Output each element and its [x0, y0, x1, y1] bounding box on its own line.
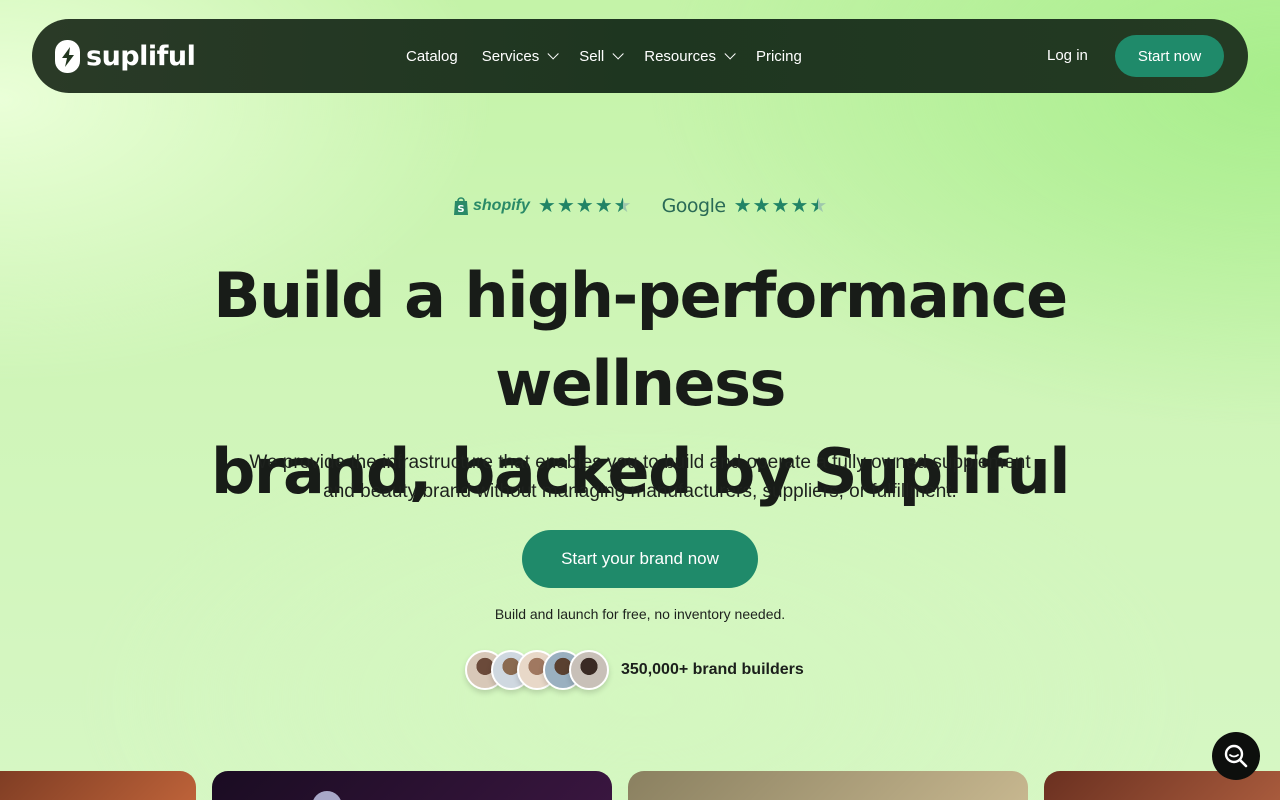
half-star-icon: ★ — [809, 195, 828, 217]
hero-subtext: We provide the infrastructure that enabl… — [200, 448, 1080, 506]
lightning-icon — [55, 40, 80, 73]
chevron-down-icon — [724, 48, 736, 60]
nav-item-services[interactable]: Services — [481, 47, 560, 65]
shopify-rating: S shopify ★ ★ ★ ★ ★ — [452, 196, 632, 216]
nav-item-label: Resources — [644, 47, 716, 65]
shopify-logo: S shopify — [452, 196, 530, 216]
headline-line-1: Build a high-performance wellness — [213, 259, 1068, 420]
star-icon: ★ — [733, 195, 752, 217]
subtext-line-1: We provide the infrastructure that enabl… — [249, 452, 1031, 473]
avatar — [569, 650, 609, 690]
nav-item-label: Sell — [579, 47, 605, 65]
search-chat-button[interactable] — [1212, 732, 1260, 780]
star-icon: ★ — [752, 195, 771, 217]
google-wordmark: Google — [661, 195, 727, 217]
builders-count: 350,000+ brand builders — [621, 661, 804, 678]
star-icon: ★ — [771, 195, 790, 217]
login-link[interactable]: Log in — [1047, 47, 1088, 64]
showcase-card[interactable] — [0, 771, 196, 800]
half-star-icon: ★ — [613, 195, 632, 217]
shopify-bag-icon: S — [454, 197, 468, 215]
star-icon: ★ — [594, 195, 613, 217]
brand-name: supliful — [86, 41, 196, 72]
avatar-stack — [465, 650, 609, 690]
svg-text:S: S — [457, 204, 464, 215]
nav-item-label: Pricing — [755, 47, 802, 65]
brand-logo[interactable]: supliful — [55, 40, 196, 73]
search-icon — [1224, 744, 1248, 768]
star-icon: ★ — [790, 195, 809, 217]
start-now-button[interactable]: Start now — [1115, 35, 1224, 77]
showcase-card[interactable] — [628, 771, 1028, 800]
star-icon: ★ — [556, 195, 575, 217]
free-launch-note: Build and launch for free, no inventory … — [494, 606, 786, 622]
nav-item-catalog[interactable]: Catalog — [406, 48, 458, 65]
ratings-bar: S shopify ★ ★ ★ ★ ★ Google ★ ★ ★ ★ ★ — [452, 194, 827, 218]
showcase-card[interactable] — [212, 771, 612, 800]
star-rating: ★ ★ ★ ★ ★ — [538, 196, 632, 216]
chevron-down-icon — [547, 48, 560, 60]
start-your-brand-button[interactable]: Start your brand now — [522, 530, 758, 588]
star-icon: ★ — [575, 195, 594, 217]
chevron-down-icon — [612, 48, 625, 60]
nav-item-sell[interactable]: Sell — [579, 47, 625, 65]
brand-builders: 350,000+ brand builders — [465, 650, 804, 690]
google-rating: Google ★ ★ ★ ★ ★ — [662, 195, 828, 217]
shopify-wordmark: shopify — [473, 197, 530, 214]
top-navbar: supliful Catalog Services Sell Resources… — [32, 19, 1248, 93]
star-icon: ★ — [537, 195, 556, 217]
subtext-line-2: and beauty brand without managing manufa… — [323, 481, 957, 502]
nav-item-label: Services — [481, 47, 540, 65]
main-menu: Catalog Services Sell Resources Pricing — [406, 19, 826, 93]
star-rating: ★ ★ ★ ★ ★ — [734, 196, 828, 216]
nav-item-pricing[interactable]: Pricing — [756, 48, 802, 65]
nav-item-label: Catalog — [406, 47, 458, 65]
nav-item-resources[interactable]: Resources — [644, 47, 736, 65]
